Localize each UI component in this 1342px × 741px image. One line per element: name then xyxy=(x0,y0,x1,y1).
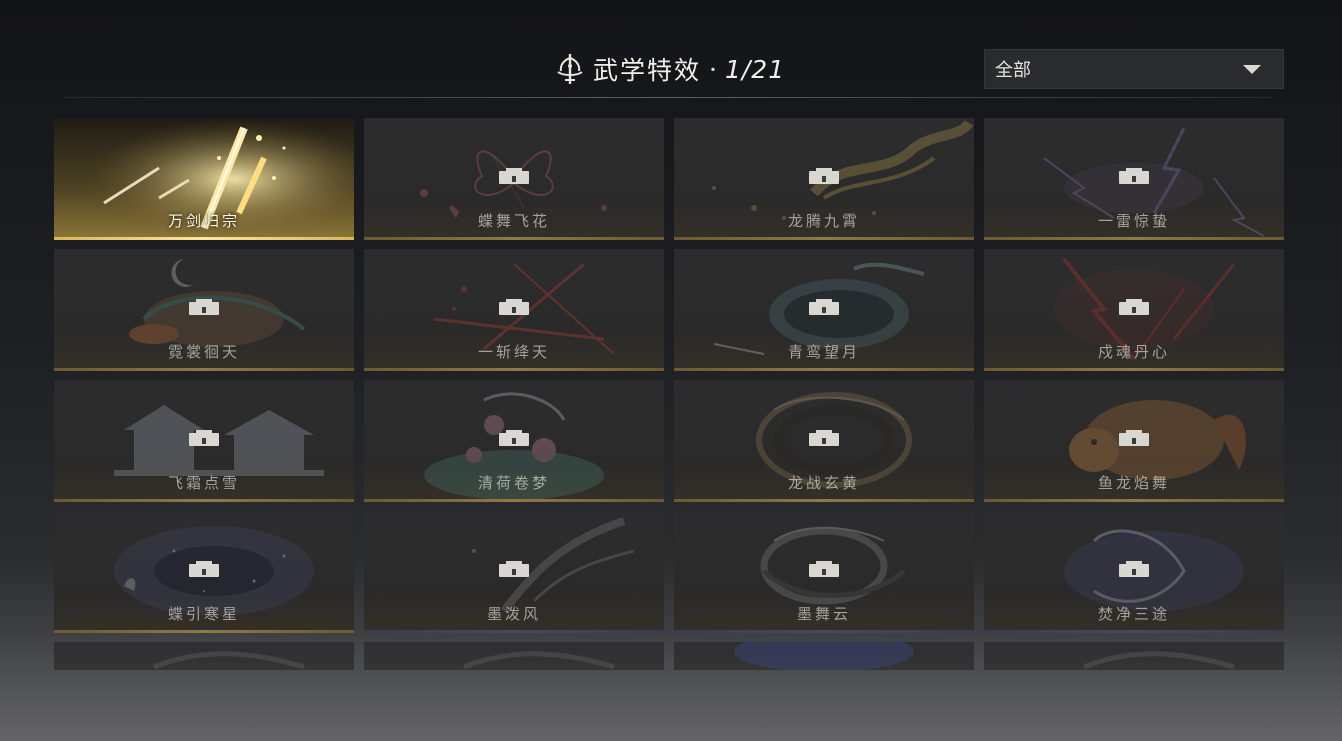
filter-selected-value: 全部 xyxy=(995,60,1031,81)
card-bottom-border xyxy=(674,368,974,371)
effect-card[interactable]: 墨泼风 xyxy=(364,511,664,633)
card-bottom-border xyxy=(984,237,1284,240)
effect-name: 清荷卷梦 xyxy=(477,474,550,492)
effect-name: 龙腾九霄 xyxy=(787,212,860,230)
effect-name: 鱼龙焰舞 xyxy=(1097,474,1170,492)
effect-card[interactable]: 青鸾望月 xyxy=(674,249,974,371)
lock-icon xyxy=(1119,299,1149,315)
effect-name: 戍魂丹心 xyxy=(1097,343,1170,361)
effect-card[interactable]: 戍魂丹心 xyxy=(984,249,1284,371)
effect-name: 青鸾望月 xyxy=(787,343,860,361)
card-bottom-border xyxy=(54,630,354,633)
lock-icon xyxy=(1119,168,1149,184)
card-bottom-border xyxy=(364,368,664,371)
effect-card[interactable]: 霓裳徊天 xyxy=(54,249,354,371)
lock-icon xyxy=(189,430,219,446)
effects-grid: 万剑归宗 蝶舞飞花 龙腾九霄 一雷惊蛰 霓裳徊天 一斩绛天 青鸾望月 戍魂丹心 … xyxy=(54,118,1284,670)
effect-card[interactable]: 飞霜点雪 xyxy=(54,380,354,502)
lock-icon xyxy=(189,299,219,315)
effect-card[interactable] xyxy=(674,642,974,670)
lock-icon xyxy=(499,561,529,577)
trident-emblem-icon xyxy=(557,54,583,84)
card-bottom-border xyxy=(54,368,354,371)
effect-card[interactable]: 清荷卷梦 xyxy=(364,380,664,502)
card-shade xyxy=(984,642,1284,670)
card-bottom-border xyxy=(984,368,1284,371)
title-separator: · xyxy=(709,54,717,84)
card-bottom-border xyxy=(54,499,354,502)
card-bottom-border xyxy=(674,499,974,502)
effect-card[interactable]: 蝶舞飞花 xyxy=(364,118,664,240)
lock-icon xyxy=(189,561,219,577)
effect-name: 万剑归宗 xyxy=(167,212,240,230)
effect-name: 龙战玄黄 xyxy=(787,474,860,492)
effect-card[interactable] xyxy=(54,642,354,670)
card-bottom-border xyxy=(674,237,974,240)
effect-card[interactable]: 焚净三途 xyxy=(984,511,1284,633)
card-bottom-border xyxy=(984,499,1284,502)
unlock-count: 1/21 xyxy=(724,54,786,84)
card-bottom-border xyxy=(364,237,664,240)
effect-card[interactable]: 龙战玄黄 xyxy=(674,380,974,502)
lock-icon xyxy=(1119,430,1149,446)
effect-name: 墨泼风 xyxy=(486,605,541,623)
effect-name: 一斩绛天 xyxy=(477,343,550,361)
card-shade xyxy=(54,642,354,670)
card-shade xyxy=(674,642,974,670)
dropdown-arrow-icon xyxy=(1243,64,1261,74)
lock-icon xyxy=(809,299,839,315)
effect-name: 焚净三途 xyxy=(1097,605,1170,623)
effect-name: 飞霜点雪 xyxy=(167,474,240,492)
lock-icon xyxy=(499,168,529,184)
effect-card[interactable]: 一雷惊蛰 xyxy=(984,118,1284,240)
lock-icon xyxy=(499,299,529,315)
effect-card[interactable]: 龙腾九霄 xyxy=(674,118,974,240)
effect-card[interactable]: 墨舞云 xyxy=(674,511,974,633)
lock-icon xyxy=(499,430,529,446)
effect-name: 霓裳徊天 xyxy=(167,343,240,361)
title-label: 武学特效 xyxy=(593,56,702,85)
category-filter-dropdown[interactable]: 全部 xyxy=(984,49,1284,89)
lock-icon xyxy=(809,561,839,577)
effect-card[interactable]: 万剑归宗 xyxy=(54,118,354,240)
effect-card[interactable] xyxy=(984,642,1284,670)
effect-card[interactable]: 一斩绛天 xyxy=(364,249,664,371)
card-shade xyxy=(364,642,664,670)
effect-name: 一雷惊蛰 xyxy=(1097,212,1170,230)
card-bottom-border xyxy=(364,630,664,633)
effect-name: 蝶舞飞花 xyxy=(477,212,550,230)
card-bottom-border xyxy=(54,237,354,240)
effect-card[interactable]: 蝶引寒星 xyxy=(54,511,354,633)
page-title: 武学特效 · 1/21 xyxy=(555,50,785,88)
effect-card[interactable]: 鱼龙焰舞 xyxy=(984,380,1284,502)
header-divider xyxy=(65,97,1271,98)
card-bottom-border xyxy=(364,499,664,502)
lock-icon xyxy=(809,168,839,184)
lock-icon xyxy=(809,430,839,446)
effect-card[interactable] xyxy=(364,642,664,670)
effect-name: 蝶引寒星 xyxy=(167,605,240,623)
card-bottom-border xyxy=(674,630,974,633)
card-bottom-border xyxy=(984,630,1284,633)
effect-name: 墨舞云 xyxy=(796,605,851,623)
header: 武学特效 · 1/21 全部 xyxy=(0,0,1342,100)
lock-icon xyxy=(1119,561,1149,577)
